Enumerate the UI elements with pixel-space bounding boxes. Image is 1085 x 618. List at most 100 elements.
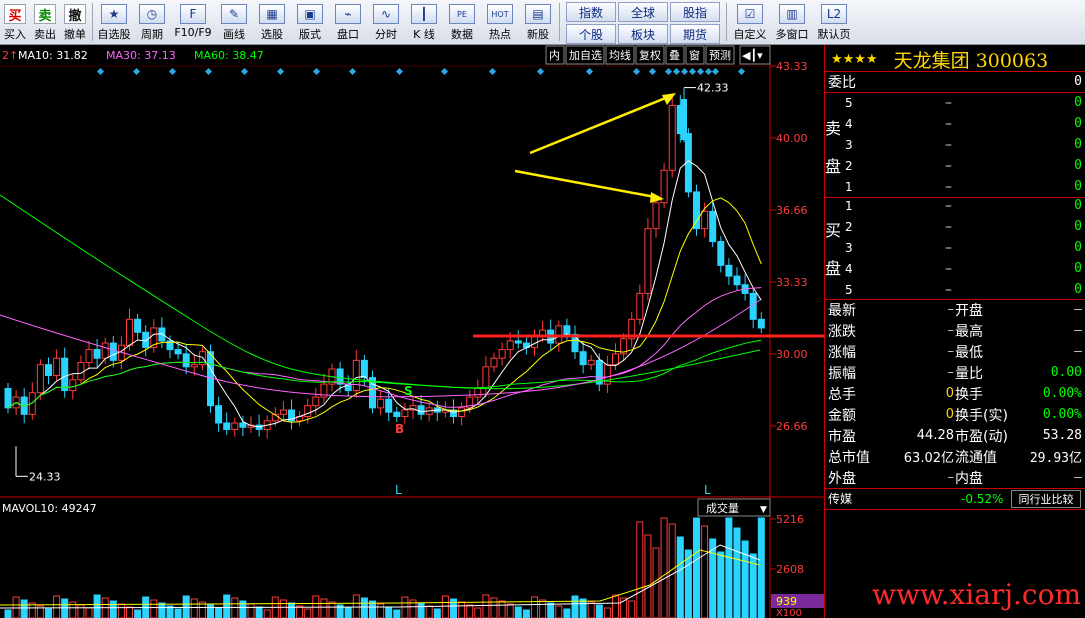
candle-body[interactable]: [101, 342, 109, 359]
high-price-label: 42.33: [697, 82, 729, 95]
candle-body[interactable]: [61, 357, 69, 392]
tool-button-1[interactable]: ◷ 周期: [133, 0, 171, 44]
candle-body[interactable]: [174, 349, 182, 355]
volume-bar: [514, 606, 522, 618]
candle-body[interactable]: [385, 398, 393, 413]
candle-body[interactable]: [644, 228, 652, 294]
toolbar-separator: [726, 3, 727, 41]
candle-body[interactable]: [126, 318, 133, 346]
candle-body[interactable]: [506, 340, 514, 351]
candle-body[interactable]: [360, 359, 368, 379]
candle-body[interactable]: [757, 318, 765, 329]
candle-body[interactable]: [612, 353, 619, 366]
candle-body[interactable]: [215, 405, 223, 424]
candle-body[interactable]: [4, 387, 12, 409]
candle-body[interactable]: [85, 349, 93, 364]
candle-body[interactable]: [733, 275, 741, 286]
tool-button-4[interactable]: ▦ 选股: [253, 0, 291, 44]
candle-body[interactable]: [53, 357, 61, 376]
candle-body[interactable]: [709, 210, 717, 243]
candle-body[interactable]: [69, 379, 77, 392]
pen-icon: ✎: [221, 4, 247, 24]
stat-label: 振幅: [828, 365, 856, 382]
stat-value: 0: [945, 386, 954, 401]
sell-level-row: 1 – 0: [825, 176, 1085, 197]
tool-button-9[interactable]: PE 数据: [443, 0, 481, 44]
candle-body[interactable]: [490, 357, 498, 368]
industry-compare-button[interactable]: 同行业比较: [1011, 489, 1081, 508]
candle-body[interactable]: [134, 318, 142, 333]
candle-body[interactable]: [231, 422, 239, 430]
stat-value-2: 29.93亿: [1029, 451, 1082, 466]
candle-body[interactable]: [401, 409, 409, 417]
market-button-3[interactable]: 个股: [566, 24, 616, 44]
candle-body[interactable]: [45, 364, 52, 376]
candle-body[interactable]: [279, 409, 287, 415]
buy-level-row: 5 – 0: [825, 279, 1085, 300]
candle-body[interactable]: [555, 325, 563, 344]
market-button-5[interactable]: 期货: [670, 24, 720, 44]
market-button-4[interactable]: 板块: [618, 24, 668, 44]
tool-button-11[interactable]: ▤ 新股: [519, 0, 557, 44]
stat-label-2: 内盘: [955, 470, 983, 487]
right-tool-button-0[interactable]: ☑ 自定义: [729, 0, 771, 44]
tool-button-2[interactable]: F F10/F9: [171, 0, 215, 44]
volume-tick-label: 5216: [776, 513, 804, 526]
candle-body[interactable]: [482, 366, 490, 389]
candle-body[interactable]: [312, 396, 320, 407]
tool-button-5[interactable]: ▣ 版式: [291, 0, 329, 44]
candle-body[interactable]: [498, 349, 506, 359]
candle-body[interactable]: [77, 362, 85, 381]
trade-button-0[interactable]: 买买入: [0, 0, 30, 44]
kline-chart[interactable]: S B L L 2↑ MA10: 31.82 MA30: 37.13 MA60: 38.47…: [0, 45, 824, 618]
candle-body[interactable]: [93, 349, 101, 359]
candle-body[interactable]: [579, 351, 587, 366]
candle-body[interactable]: [377, 398, 385, 409]
candle-body[interactable]: [474, 387, 482, 398]
tool-button-10[interactable]: HOT 热点: [481, 0, 519, 44]
candle-body[interactable]: [109, 342, 117, 361]
candle-body[interactable]: [158, 327, 166, 342]
candle-body[interactable]: [239, 422, 247, 428]
candle-body[interactable]: [717, 241, 725, 266]
candle-body[interactable]: [636, 292, 644, 320]
candle-body[interactable]: [182, 353, 190, 368]
volume-tick-label: 939: [776, 595, 797, 608]
tool-button-0[interactable]: ★ 自选股: [95, 0, 133, 44]
market-button-2[interactable]: 股指: [670, 2, 720, 22]
candle-body[interactable]: [668, 105, 676, 171]
market-button-1[interactable]: 全球: [618, 2, 668, 22]
tool-button-3[interactable]: ✎ 画线: [215, 0, 253, 44]
candle-body[interactable]: [652, 202, 660, 230]
candle-body[interactable]: [190, 364, 198, 368]
right-tool-button-2[interactable]: L2 默认页: [813, 0, 855, 44]
candle-body[interactable]: [417, 405, 425, 415]
candle-body[interactable]: [563, 325, 571, 335]
right-tool-label-1: 多窗口: [775, 28, 809, 41]
candle-body[interactable]: [587, 359, 595, 366]
tool-button-6[interactable]: ⌁ 盘口: [329, 0, 367, 44]
tool-button-8[interactable]: ┃ K 线: [405, 0, 443, 44]
trade-button-2[interactable]: 撤撤单: [60, 0, 90, 44]
candle-body[interactable]: [223, 422, 231, 430]
tool-button-7[interactable]: ∿ 分时: [367, 0, 405, 44]
candle-body[interactable]: [693, 191, 700, 230]
candle-body[interactable]: [701, 210, 709, 230]
candle-body[interactable]: [458, 407, 466, 417]
stat-label: 最新: [828, 302, 856, 319]
right-tool-button-1[interactable]: ▥ 多窗口: [771, 0, 813, 44]
volume-bar: [304, 608, 312, 618]
candle-body[interactable]: [514, 340, 522, 344]
candle-body[interactable]: [304, 405, 312, 417]
volume-bar: [717, 551, 725, 618]
candle-body[interactable]: [681, 99, 687, 141]
candle-body[interactable]: [393, 411, 401, 417]
candle-body[interactable]: [352, 359, 360, 392]
candle-body[interactable]: [36, 364, 44, 394]
candle-body[interactable]: [660, 169, 668, 204]
volume-bar: [506, 603, 514, 618]
trade-button-1[interactable]: 卖卖出: [30, 0, 60, 44]
candle-body[interactable]: [725, 264, 733, 277]
star-icon: ★: [101, 4, 127, 24]
market-button-0[interactable]: 指数: [566, 2, 616, 22]
